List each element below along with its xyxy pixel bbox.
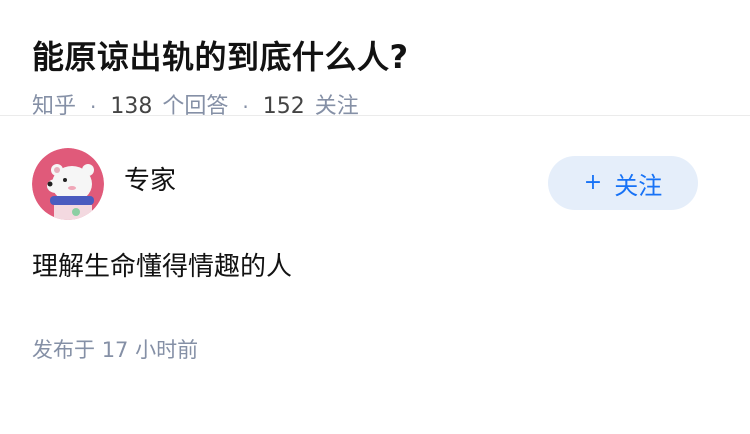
published-label: 发布于	[32, 338, 95, 362]
follow-label: 关注	[614, 171, 663, 200]
author-bio: 理解生命懂得情趣的人	[32, 252, 293, 282]
author-name[interactable]: 专家	[124, 160, 176, 197]
question-title[interactable]: 能原谅出轨的到底什么人?	[32, 36, 718, 78]
bear-avatar-icon[interactable]	[32, 148, 104, 220]
answer-card: 专家 + 关注 理解生命懂得情趣的人 发布于 17 小时前	[0, 116, 750, 364]
question-header: 能原谅出轨的到底什么人? 知乎 · 138 个回答 · 152 关注	[0, 0, 750, 119]
plus-icon: +	[583, 169, 603, 195]
published-time: 发布于 17 小时前	[32, 336, 718, 364]
published-value: 17 小时前	[101, 338, 199, 362]
follow-button[interactable]: + 关注	[548, 156, 698, 210]
avatar-image	[32, 148, 104, 220]
